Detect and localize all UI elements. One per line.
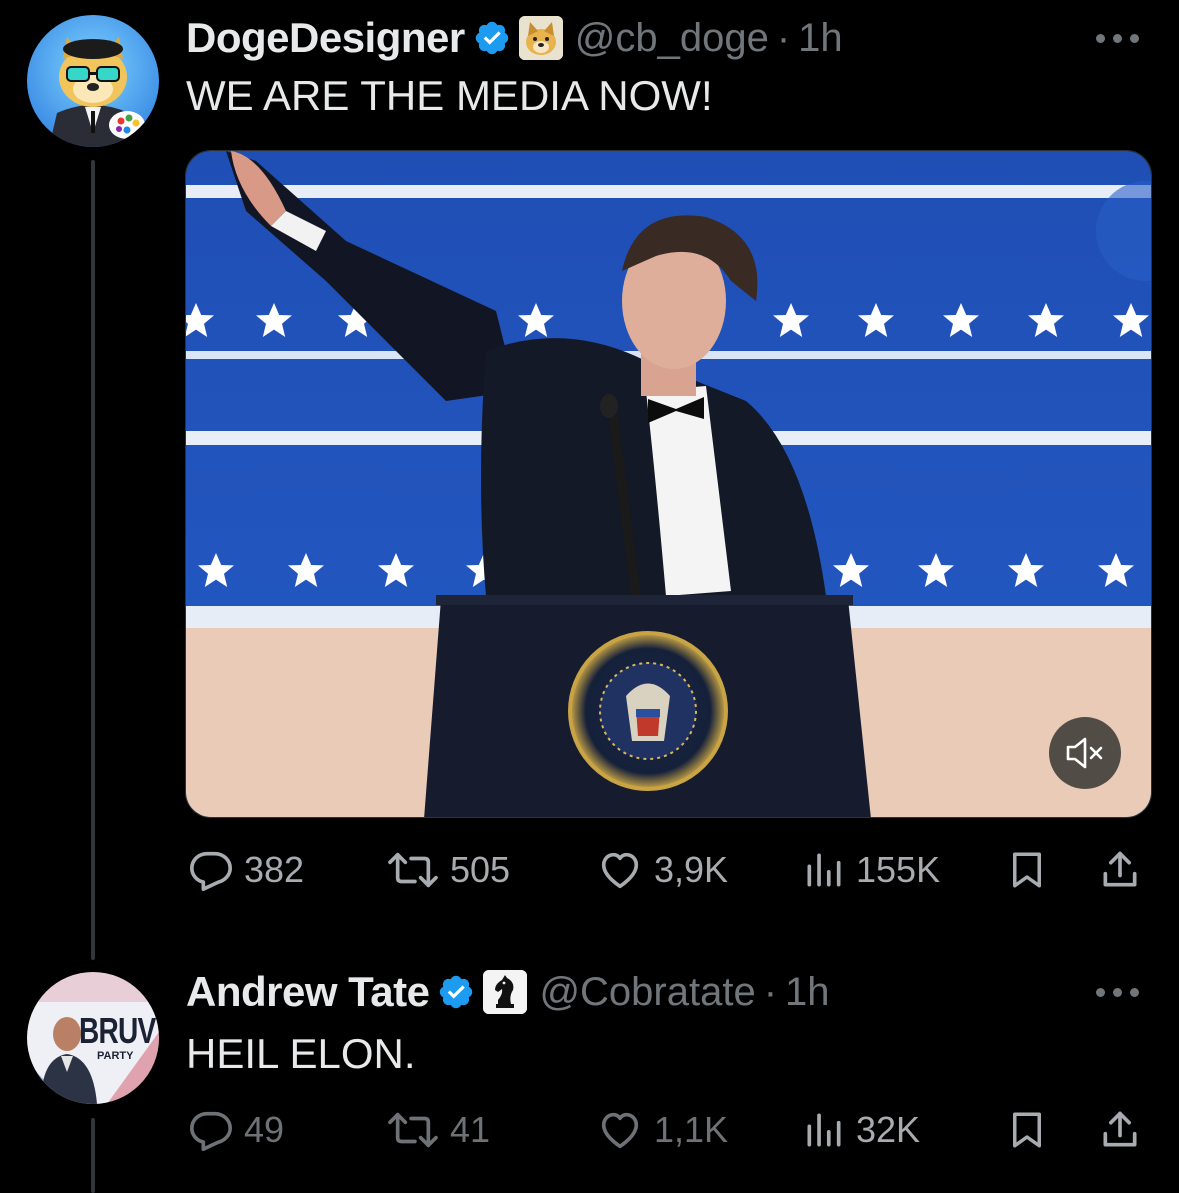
timestamp[interactable]: 1h xyxy=(798,16,843,61)
heart-icon xyxy=(601,852,639,889)
author-name[interactable]: DogeDesigner xyxy=(186,14,465,62)
reply-count: 49 xyxy=(244,1109,285,1150)
views-count: 32K xyxy=(856,1109,921,1150)
bookmark-button[interactable] xyxy=(1006,1100,1048,1160)
tweet-text: WE ARE THE MEDIA NOW! xyxy=(186,72,713,119)
video-frame xyxy=(186,151,1151,817)
repost-icon xyxy=(388,1112,438,1148)
views-chart-icon xyxy=(807,1113,841,1147)
thread-line-bottom xyxy=(91,1118,95,1193)
doge-face-icon[interactable] xyxy=(518,16,563,60)
share-icon xyxy=(1103,851,1137,887)
timestamp[interactable]: 1h xyxy=(785,970,830,1015)
author-handle[interactable]: @Cobratate xyxy=(539,970,755,1015)
verified-badge-icon[interactable] xyxy=(437,973,475,1011)
like-count: 3,9K xyxy=(654,849,729,890)
tweet-1-actions: 382 505 3,9K 155K xyxy=(186,840,1146,900)
repost-count: 41 xyxy=(450,1109,491,1150)
like-button[interactable]: 3,9K xyxy=(596,840,728,900)
views-chart-icon xyxy=(807,853,841,887)
share-button[interactable] xyxy=(1098,840,1142,900)
author-handle[interactable]: @cb_doge xyxy=(575,16,769,61)
share-button[interactable] xyxy=(1098,1100,1142,1160)
repost-button[interactable]: 505 xyxy=(386,840,510,900)
views-count: 155K xyxy=(856,849,941,890)
repost-count: 505 xyxy=(450,849,511,890)
avatar-party-text: PARTY xyxy=(97,1050,134,1062)
verified-badge-icon[interactable] xyxy=(473,19,511,57)
chess-knight-icon[interactable] xyxy=(483,970,528,1014)
thread-line-top xyxy=(91,160,95,960)
bookmark-icon xyxy=(1013,1112,1041,1148)
tweet-2-header: Andrew Tate @Cobratate · 1h xyxy=(186,962,830,1022)
mute-toggle-button[interactable] xyxy=(1049,717,1121,789)
repost-button[interactable]: 41 xyxy=(386,1100,490,1160)
share-icon xyxy=(1103,1111,1137,1147)
reply-button[interactable]: 49 xyxy=(188,1100,284,1160)
like-count: 1,1K xyxy=(654,1109,729,1150)
doge-avatar[interactable] xyxy=(27,15,159,147)
tweet-text: HEIL ELON. xyxy=(186,1030,416,1077)
separator-dot: · xyxy=(763,969,778,1014)
tweet-2-actions: 49 41 1,1K 32K xyxy=(186,1100,1146,1160)
author-name[interactable]: Andrew Tate xyxy=(186,968,430,1016)
reply-button[interactable]: 382 xyxy=(188,840,304,900)
views-button[interactable]: 32K xyxy=(802,1100,920,1160)
repost-icon xyxy=(388,852,438,888)
more-options-icon[interactable] xyxy=(1093,982,1143,1002)
reply-icon xyxy=(190,1111,232,1151)
more-options-icon[interactable] xyxy=(1093,28,1143,48)
avatar-bruv-text: BRUV xyxy=(79,1010,156,1051)
bruv-party-avatar[interactable]: BRUV PARTY xyxy=(27,972,159,1104)
like-button[interactable]: 1,1K xyxy=(596,1100,728,1160)
views-button[interactable]: 155K xyxy=(802,840,940,900)
separator-dot: · xyxy=(776,15,791,60)
speaker-muted-icon xyxy=(1066,737,1103,769)
reply-icon xyxy=(190,851,232,891)
video-player[interactable] xyxy=(185,150,1152,818)
bookmark-button[interactable] xyxy=(1006,840,1048,900)
tweet-1-header: DogeDesigner @cb_doge · 1h xyxy=(186,8,843,68)
heart-icon xyxy=(601,1112,639,1149)
bookmark-icon xyxy=(1013,852,1041,888)
reply-count: 382 xyxy=(244,849,305,890)
